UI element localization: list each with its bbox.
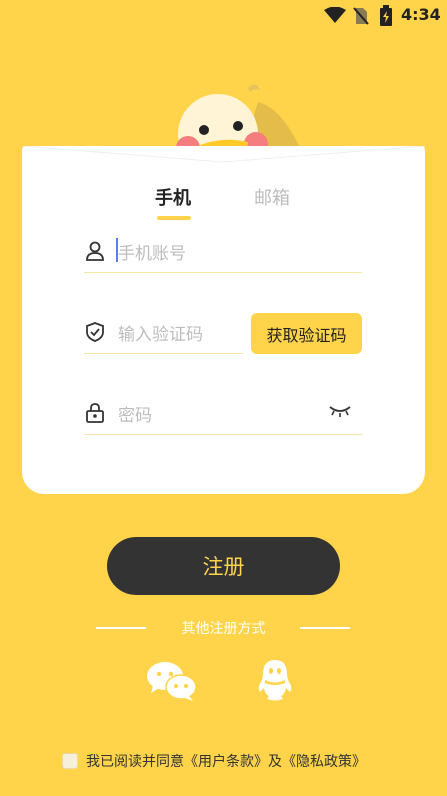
phone-placeholder: 手机账号 — [118, 244, 186, 264]
divider-right — [300, 627, 350, 629]
agreement-and: 及 — [268, 754, 282, 770]
user-terms-link[interactable]: 《用户条款》 — [184, 751, 268, 771]
tab-phone[interactable]: 手机 — [155, 184, 191, 210]
agreement-row: 我已阅读并同意 《用户条款》 及 《隐私政策》 — [62, 751, 366, 771]
password-field[interactable]: 密码 — [84, 392, 362, 435]
status-bar: 4:34 — [0, 0, 447, 30]
other-register-methods-title: 其他注册方式 — [181, 621, 266, 637]
code-placeholder: 输入验证码 — [118, 325, 203, 345]
wifi-icon — [324, 7, 346, 23]
card-top-fold — [22, 146, 425, 163]
phone-field[interactable]: 手机账号 — [84, 230, 362, 273]
text-cursor — [116, 238, 118, 262]
agreement-checkbox[interactable] — [62, 753, 78, 769]
verification-code-field[interactable]: 输入验证码 — [84, 311, 243, 354]
battery-charging-icon — [380, 5, 392, 26]
eye-closed-icon[interactable] — [328, 402, 352, 418]
tab-email[interactable]: 邮箱 — [254, 184, 290, 210]
get-code-button[interactable]: 获取验证码 — [251, 313, 362, 354]
user-icon — [86, 241, 104, 261]
agreement-prefix: 我已阅读并同意 — [86, 754, 184, 770]
no-sim-icon — [353, 7, 369, 25]
qq-icon[interactable] — [257, 658, 293, 702]
password-placeholder: 密码 — [118, 406, 152, 426]
status-time: 4:34 — [401, 5, 441, 24]
tab-active-indicator — [157, 216, 191, 220]
register-button[interactable]: 注册 — [107, 537, 340, 595]
lock-icon — [86, 403, 104, 423]
privacy-policy-link[interactable]: 《隐私政策》 — [282, 751, 366, 771]
wechat-icon[interactable] — [145, 660, 199, 702]
shield-check-icon — [86, 322, 104, 342]
